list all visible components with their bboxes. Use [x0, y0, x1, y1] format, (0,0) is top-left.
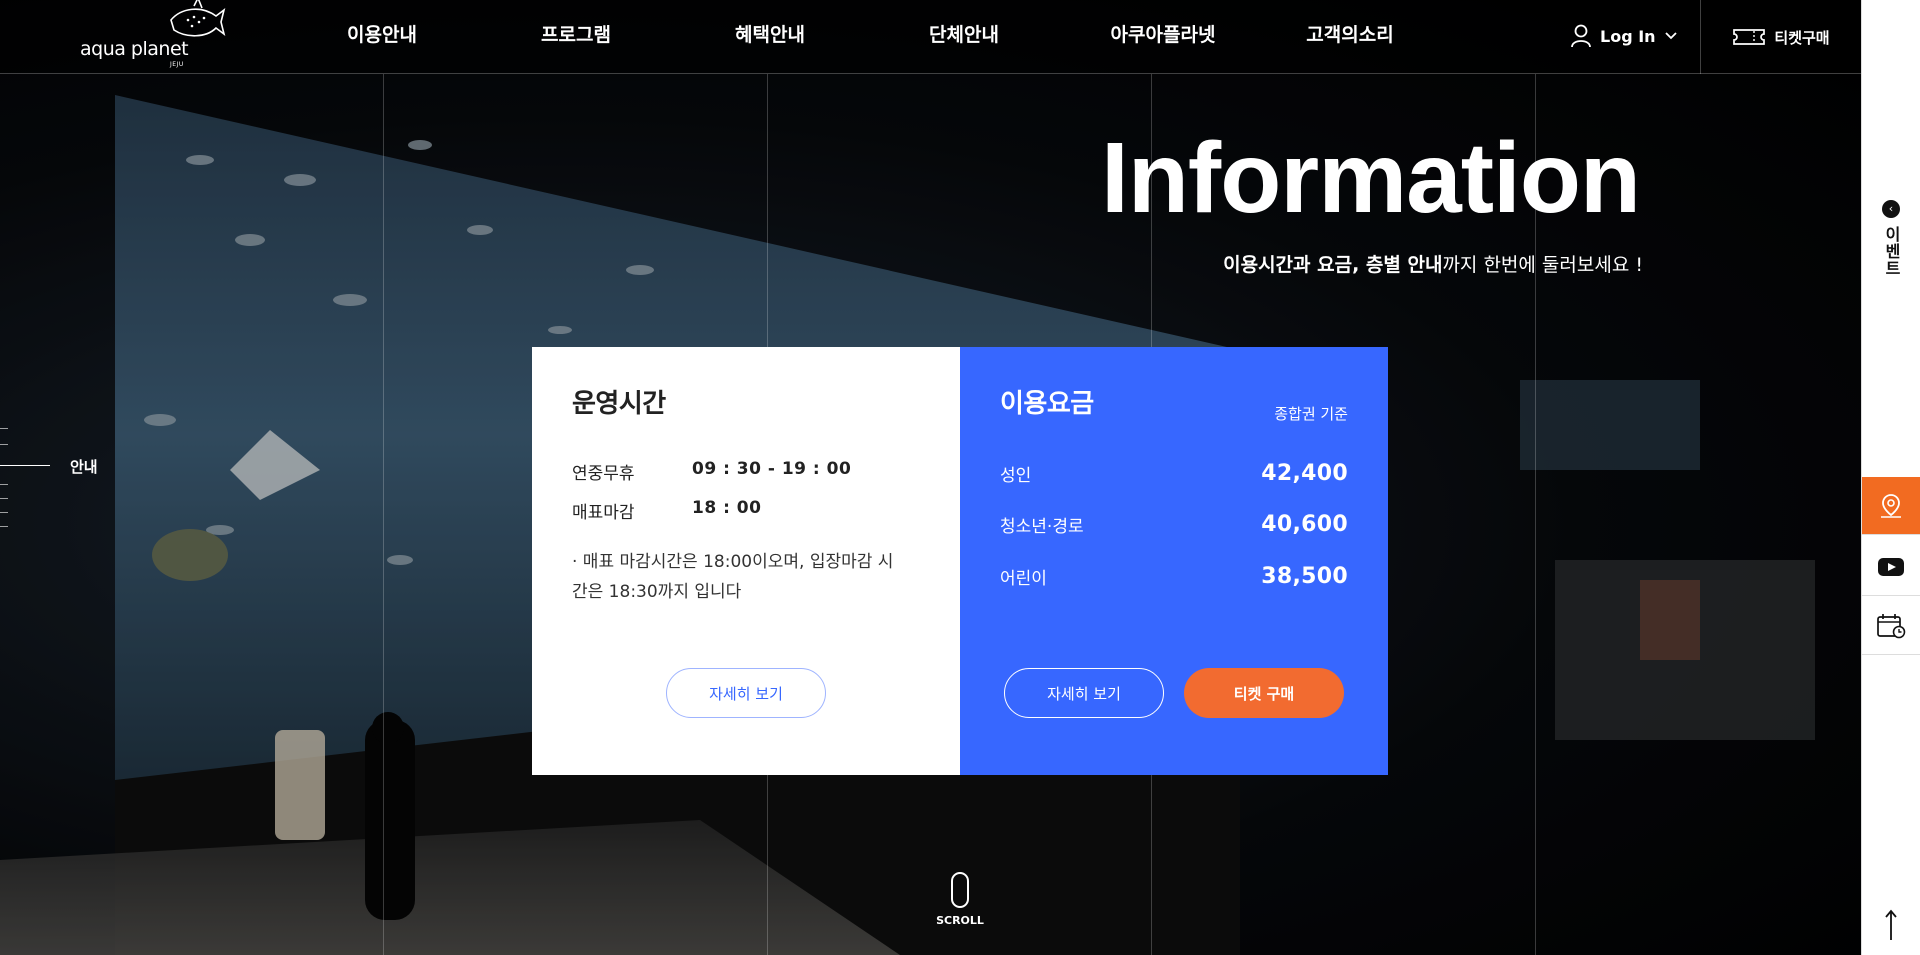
fee-row-value: 42,400 [1261, 461, 1348, 486]
scroll-to-top-button[interactable] [1862, 900, 1920, 950]
hours-detail-button[interactable]: 자세히 보기 [666, 668, 826, 718]
logo-subtext: JEJU [170, 61, 184, 68]
arrow-up-icon [1885, 909, 1897, 940]
map-button[interactable] [1862, 477, 1920, 535]
admission-fees-card: 이용요금 종합권 기준 성인 42,400 청소년·경로 40,600 어린이 … [960, 347, 1388, 775]
indicator-tick[interactable] [0, 484, 8, 485]
ticket-icon [1733, 29, 1766, 45]
indicator-tick[interactable] [0, 428, 8, 429]
indicator-active-label: 안내 [70, 458, 98, 476]
fee-basis-label: 종합권 기준 [1274, 405, 1348, 423]
fee-row-label: 성인 [1000, 466, 1032, 486]
site-logo[interactable]: aqua planet JEJU [78, 0, 228, 72]
fee-row: 청소년·경로 40,600 [1000, 512, 1348, 537]
indicator-tick[interactable] [0, 512, 8, 513]
hours-note: · 매표 마감시간은 18:00이오며, 입장마감 시간은 18:30까지 입니… [572, 552, 894, 602]
hours-row: 매표마감 18 : 00 [572, 498, 761, 523]
scroll-indicator[interactable]: SCROLL [935, 872, 985, 932]
indicator-active-line[interactable] [0, 465, 50, 466]
nav-item-programs[interactable]: 프로그램 [454, 0, 698, 72]
ticket-purchase-label: 티켓구매 [1774, 28, 1830, 47]
fee-row: 어린이 38,500 [1000, 564, 1348, 589]
main-nav: 이용안내 프로그램 혜택안내 단체안내 아쿠아플라넷 고객의소리 [310, 0, 1460, 72]
scroll-label: SCROLL [936, 914, 984, 927]
operating-hours-title: 운영시간 [572, 389, 666, 419]
user-icon [1571, 24, 1591, 48]
youtube-button[interactable] [1862, 538, 1920, 596]
page-subtitle-bold: 이용시간과 요금, 층별 안내 [1223, 254, 1443, 276]
fee-row-value: 38,500 [1261, 564, 1348, 589]
indicator-tick[interactable] [0, 444, 8, 445]
fee-row-label: 청소년·경로 [1000, 517, 1084, 537]
fee-row: 성인 42,400 [1000, 461, 1348, 486]
fee-row-value: 40,600 [1261, 512, 1348, 537]
chevron-left-icon: ‹ [1882, 200, 1900, 218]
operating-hours-card: 운영시간 연중무휴 09 : 30 - 19 : 00 매표마감 18 : 00… [532, 347, 960, 775]
nav-item-aquaplanet[interactable]: 아쿠아플라넷 [1086, 0, 1240, 72]
nav-item-benefits[interactable]: 혜택안내 [698, 0, 842, 72]
page-title: Information [1101, 122, 1641, 234]
hours-row: 연중무휴 09 : 30 - 19 : 00 [572, 459, 851, 484]
hours-row-value: 09 : 30 - 19 : 00 [692, 459, 852, 479]
map-pin-icon [1881, 493, 1901, 518]
logo-text: aqua planet [80, 38, 189, 60]
quick-menu-rail: ‹ 이벤트 [1861, 0, 1920, 955]
ticket-purchase-link[interactable]: 티켓구매 [1700, 0, 1861, 74]
site-header: aqua planet JEJU 이용안내 프로그램 혜택안내 단체안내 아쿠아… [0, 0, 1861, 74]
fees-detail-button[interactable]: 자세히 보기 [1004, 668, 1164, 718]
event-tab[interactable]: ‹ 이벤트 [1862, 200, 1920, 300]
page-subtitle-rest: 까지 한번에 둘러보세요 ! [1442, 254, 1643, 276]
mouse-icon [951, 872, 969, 908]
hours-row-label: 매표마감 [572, 503, 635, 523]
youtube-icon [1878, 557, 1904, 576]
info-cards: 운영시간 연중무휴 09 : 30 - 19 : 00 매표마감 18 : 00… [532, 347, 1388, 775]
guide-line [383, 74, 384, 955]
fee-row-label: 어린이 [1000, 569, 1047, 589]
section-indicator: 안내 [0, 428, 110, 528]
hours-row-value: 18 : 00 [692, 498, 762, 518]
nav-item-customer-voice[interactable]: 고객의소리 [1240, 0, 1460, 72]
schedule-button[interactable] [1862, 597, 1920, 655]
buy-ticket-button[interactable]: 티켓 구매 [1184, 668, 1344, 718]
nav-item-group-info[interactable]: 단체안내 [842, 0, 1086, 72]
indicator-tick[interactable] [0, 526, 8, 527]
hours-row-label: 연중무휴 [572, 464, 635, 484]
chevron-down-icon [1664, 32, 1677, 40]
page-subtitle: 이용시간과 요금, 층별 안내까지 한번에 둘러보세요 ! [1223, 250, 1643, 277]
nav-item-usage-info[interactable]: 이용안내 [310, 0, 454, 72]
login-button[interactable]: Log In [1570, 22, 1678, 50]
calendar-clock-icon [1877, 613, 1906, 638]
event-tab-label: 이벤트 [1882, 226, 1901, 277]
login-label: Log In [1600, 26, 1656, 46]
indicator-tick[interactable] [0, 498, 8, 499]
